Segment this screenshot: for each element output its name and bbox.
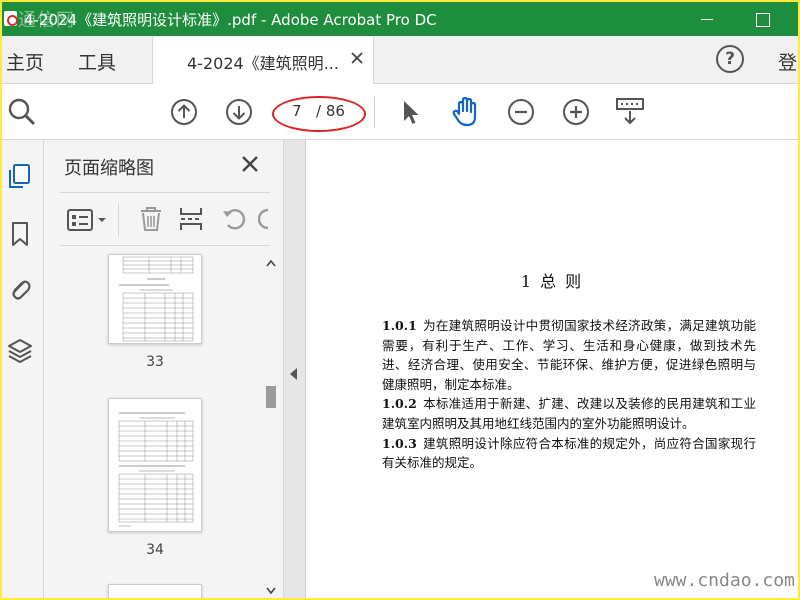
- tab-tools[interactable]: 工具: [78, 48, 116, 75]
- bookmark-icon[interactable]: [6, 220, 34, 248]
- clause-paragraph: 1.0.2 本标准适用于新建、扩建、改建以及装修的民用建筑和工业建筑室内照明及其用…: [382, 394, 756, 433]
- extract-page-icon[interactable]: [178, 205, 204, 233]
- window-title: 4-2024《建筑照明设计标准》.pdf - Adobe Acrobat Pro…: [24, 11, 437, 29]
- rotate-clockwise-icon[interactable]: [258, 207, 270, 231]
- help-icon[interactable]: ?: [716, 45, 744, 73]
- tab-document[interactable]: 4-2024《建筑照明...: [152, 36, 374, 84]
- page-thumbnail[interactable]: [108, 584, 202, 598]
- page-thumbnail-preview: [118, 412, 194, 527]
- rotate-page-icon[interactable]: [220, 205, 248, 233]
- next-page-icon[interactable]: [225, 98, 253, 126]
- tab-bar: 主页 工具 4-2024《建筑照明... ? 登: [2, 36, 798, 84]
- document-body: 1.0.1 为在建筑照明设计中贯彻国家技术经济政策，满足建筑功能需要，有利于生产、…: [382, 316, 756, 473]
- minimize-button[interactable]: [684, 2, 730, 36]
- clause-number: 1.0.2: [382, 396, 417, 412]
- document-tab-label: 4-2024《建筑照明...: [187, 54, 339, 73]
- close-icon[interactable]: [240, 154, 260, 174]
- search-icon[interactable]: [6, 96, 38, 128]
- tab-home[interactable]: 主页: [6, 48, 44, 75]
- zoom-in-icon[interactable]: [562, 98, 590, 126]
- document-page: 1 总 则 1.0.1 为在建筑照明设计中贯彻国家技术经济政策，满足建筑功能需要，…: [306, 140, 798, 598]
- chapter-heading: 1 总 则: [520, 272, 584, 291]
- collapse-arrow-icon: [290, 368, 297, 380]
- thumbnail-tools: [60, 192, 270, 246]
- clause-paragraph: 1.0.1 为在建筑照明设计中贯彻国家技术经济政策，满足建筑功能需要，有利于生产、…: [382, 316, 756, 394]
- thumbnail-scrollbar[interactable]: [264, 252, 278, 598]
- page-thumbnail-preview: [119, 256, 194, 342]
- scroll-down-icon[interactable]: [265, 586, 277, 596]
- maximize-button[interactable]: [740, 2, 786, 36]
- zoom-out-icon[interactable]: [507, 98, 535, 126]
- options-menu-icon[interactable]: [66, 207, 110, 233]
- acrobat-window: 通信网 4-2024《建筑照明设计标准》.pdf - Adobe Acrobat…: [2, 2, 798, 598]
- site-watermark: www.cndao.com: [654, 570, 795, 591]
- scrollbar-thumb[interactable]: [266, 386, 276, 408]
- panel-title: 页面缩略图: [64, 158, 154, 179]
- delete-page-icon[interactable]: [138, 205, 164, 233]
- page-thumbnail[interactable]: [108, 398, 202, 532]
- clause-number: 1.0.3: [382, 435, 417, 451]
- attachment-icon[interactable]: [6, 276, 34, 304]
- layers-icon[interactable]: [6, 336, 34, 364]
- clause-text: 为在建筑照明设计中贯彻国家技术经济政策，满足建筑功能需要，有利于生产、工作、学习…: [382, 318, 756, 392]
- annotation-circle: [272, 96, 366, 132]
- clause-text: 本标准适用于新建、扩建、改建以及装修的民用建筑和工业建筑室内照明及其用地红线范围…: [382, 396, 756, 431]
- toolbar: 7 / 86: [2, 84, 798, 140]
- title-bar: 通信网 4-2024《建筑照明设计标准》.pdf - Adobe Acrobat…: [2, 2, 798, 36]
- previous-page-icon[interactable]: [170, 98, 198, 126]
- page-thumbnails-icon[interactable]: [6, 162, 34, 190]
- sign-in-button[interactable]: 登: [778, 48, 797, 75]
- hand-tool-icon[interactable]: [450, 95, 482, 129]
- close-icon[interactable]: [349, 50, 365, 66]
- scroll-up-icon[interactable]: [265, 258, 277, 268]
- tools-separator: [118, 203, 119, 237]
- navigation-rail: [2, 140, 44, 598]
- thumbnail-page-number: 33: [146, 354, 164, 370]
- fit-page-icon[interactable]: [614, 96, 646, 128]
- page-thumbnail[interactable]: [108, 254, 202, 344]
- clause-paragraph: 1.0.3 建筑照明设计除应符合本标准的规定外，尚应符合国家现行有关标准的规定。: [382, 434, 756, 473]
- thumbnail-page-number: 34: [146, 542, 164, 558]
- select-cursor-icon[interactable]: [398, 98, 422, 126]
- clause-number: 1.0.1: [382, 318, 417, 333]
- page-thumbnails-panel: 页面缩略图 33 34: [44, 140, 284, 598]
- toolbar-separator: [374, 96, 375, 128]
- panel-collapse-handle[interactable]: [284, 140, 306, 598]
- clause-text: 建筑照明设计除应符合本标准的规定外，尚应符合国家现行有关标准的规定。: [382, 435, 756, 471]
- acrobat-app-icon: [4, 11, 18, 26]
